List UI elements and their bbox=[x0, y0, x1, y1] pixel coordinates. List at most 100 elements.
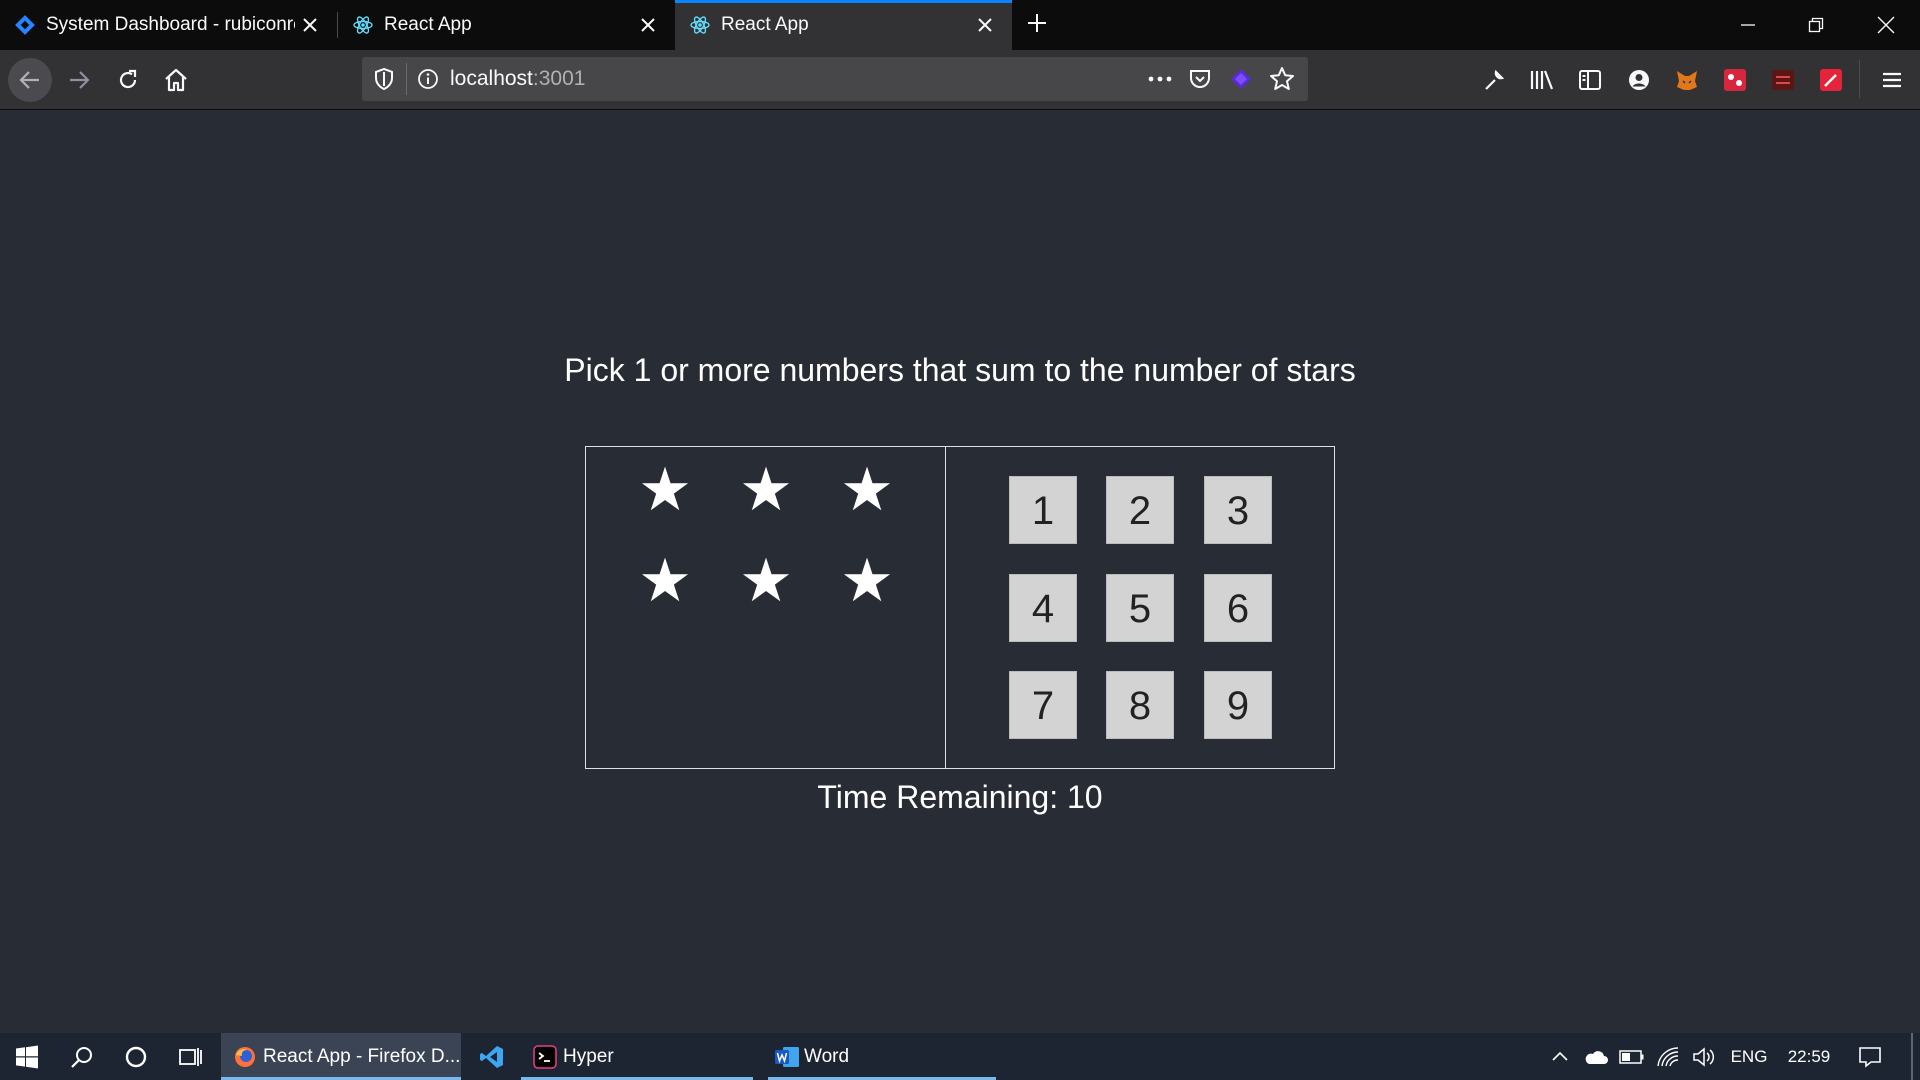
menu-button[interactable] bbox=[1870, 58, 1914, 102]
new-tab-button[interactable] bbox=[1010, 0, 1064, 50]
reload-button[interactable] bbox=[106, 58, 150, 102]
taskbar-app-label: Hyper bbox=[563, 1045, 614, 1067]
extension-purple-icon[interactable] bbox=[1229, 67, 1253, 96]
taskbar-app-hyper[interactable]: Hyper bbox=[521, 1033, 753, 1080]
info-icon[interactable] bbox=[416, 67, 440, 96]
windows-logo-icon bbox=[16, 1045, 38, 1068]
number-button-7[interactable]: 7 bbox=[1009, 671, 1077, 739]
url-port: :3001 bbox=[532, 67, 586, 90]
minimize-button[interactable] bbox=[1714, 0, 1782, 50]
account-icon bbox=[1629, 70, 1649, 90]
browser-tab-strip: System Dashboard - rubiconred React App … bbox=[0, 0, 1920, 50]
metamask-extension-button[interactable] bbox=[1665, 58, 1709, 102]
shield-icon[interactable] bbox=[372, 67, 396, 96]
close-icon[interactable] bbox=[633, 10, 663, 40]
notifications-button[interactable] bbox=[1852, 1033, 1888, 1080]
number-button-5[interactable]: 5 bbox=[1106, 574, 1174, 642]
language-indicator[interactable]: ENG bbox=[1726, 1033, 1772, 1080]
home-button[interactable] bbox=[154, 58, 198, 102]
taskbar-app-vscode[interactable] bbox=[468, 1033, 516, 1080]
back-button[interactable] bbox=[8, 58, 52, 102]
pocket-icon[interactable] bbox=[1188, 67, 1212, 96]
clock[interactable]: 22:59 bbox=[1778, 1033, 1840, 1080]
cors-extension-button[interactable] bbox=[1761, 58, 1805, 102]
number-button-6[interactable]: 6 bbox=[1204, 574, 1272, 642]
onedrive-button[interactable] bbox=[1580, 1033, 1612, 1080]
star-icon: ★ bbox=[840, 456, 894, 523]
action-center-icon bbox=[1859, 1046, 1881, 1068]
url-separator bbox=[406, 63, 407, 95]
tab-react-app[interactable]: React App bbox=[338, 0, 675, 50]
star-icon: ★ bbox=[638, 547, 692, 614]
show-hidden-icons-button[interactable] bbox=[1545, 1033, 1575, 1080]
tab-system-dashboard[interactable]: System Dashboard - rubiconred bbox=[0, 0, 337, 50]
bookmark-star-icon[interactable] bbox=[1269, 66, 1295, 97]
restore-button[interactable] bbox=[1782, 0, 1850, 50]
more-actions-icon[interactable] bbox=[1146, 67, 1174, 96]
battery-button[interactable] bbox=[1616, 1033, 1648, 1080]
windows-taskbar: React App - Firefox D... Hyper Word ENG … bbox=[0, 1033, 1920, 1080]
minimize-icon bbox=[1741, 24, 1755, 26]
hyper-icon bbox=[533, 1044, 557, 1069]
red-extension-button[interactable] bbox=[1713, 58, 1757, 102]
close-window-button[interactable] bbox=[1852, 0, 1920, 50]
home-icon bbox=[165, 68, 187, 92]
number-button-2[interactable]: 2 bbox=[1106, 476, 1174, 544]
hamburger-menu-icon bbox=[1883, 72, 1901, 88]
number-button-9[interactable]: 9 bbox=[1204, 671, 1272, 739]
plus-icon bbox=[1026, 12, 1048, 39]
speaker-icon bbox=[1693, 1046, 1715, 1067]
star-icon: ★ bbox=[739, 456, 793, 523]
url-text[interactable]: localhost:3001 bbox=[450, 57, 585, 101]
task-view-icon bbox=[179, 1047, 202, 1066]
devtools-wrench-button[interactable] bbox=[1472, 58, 1516, 102]
firefox-icon bbox=[233, 1045, 257, 1069]
close-icon[interactable] bbox=[295, 10, 325, 40]
taskbar-app-word[interactable]: Word bbox=[768, 1033, 996, 1080]
taskbar-app-firefox[interactable]: React App - Firefox D... bbox=[221, 1033, 461, 1080]
red-pen-extension-button[interactable] bbox=[1809, 58, 1853, 102]
url-bar[interactable]: localhost:3001 bbox=[362, 57, 1308, 101]
arrow-right-icon bbox=[70, 71, 90, 89]
number-button-8[interactable]: 8 bbox=[1106, 671, 1174, 739]
arrow-left-icon bbox=[19, 71, 39, 89]
number-button-1[interactable]: 1 bbox=[1009, 476, 1077, 544]
close-icon[interactable] bbox=[970, 10, 1000, 40]
timer: Time Remaining: 10 bbox=[560, 777, 1360, 817]
restore-icon bbox=[1808, 17, 1824, 33]
library-button[interactable] bbox=[1520, 58, 1564, 102]
number-button-4[interactable]: 4 bbox=[1009, 574, 1077, 642]
volume-button[interactable] bbox=[1688, 1033, 1722, 1080]
react-icon bbox=[352, 14, 374, 36]
timer-value: 10 bbox=[1066, 779, 1103, 815]
navigation-toolbar: localhost:3001 bbox=[0, 50, 1920, 110]
cortana-circle-icon bbox=[125, 1046, 147, 1067]
tab-title: React App bbox=[721, 14, 809, 35]
network-button[interactable] bbox=[1652, 1033, 1686, 1080]
search-button[interactable] bbox=[56, 1033, 108, 1080]
account-button[interactable] bbox=[1617, 58, 1661, 102]
number-button-3[interactable]: 3 bbox=[1204, 476, 1272, 544]
pen-icon bbox=[1820, 69, 1842, 91]
tab-react-app-active[interactable]: React App bbox=[675, 0, 1012, 50]
sidebar-button[interactable] bbox=[1568, 58, 1612, 102]
show-desktop-button[interactable] bbox=[1911, 1033, 1913, 1080]
taskbar-app-label: React App - Firefox D... bbox=[263, 1045, 461, 1067]
tab-title: System Dashboard - rubiconred bbox=[46, 14, 295, 35]
toolbar-separator bbox=[1859, 60, 1860, 98]
chevron-up-icon bbox=[1552, 1051, 1568, 1061]
task-view-button[interactable] bbox=[164, 1033, 216, 1080]
star-icon: ★ bbox=[840, 547, 894, 614]
close-icon bbox=[1877, 16, 1895, 34]
fox-icon bbox=[1677, 71, 1697, 90]
word-icon bbox=[774, 1045, 800, 1069]
cortana-button[interactable] bbox=[110, 1033, 162, 1080]
game-body: ★ ★ ★ ★ ★ ★ 1 2 3 4 5 6 7 8 9 bbox=[585, 446, 1335, 769]
timer-label: Time Remaining: bbox=[817, 779, 1067, 815]
stars-panel: ★ ★ ★ ★ ★ ★ bbox=[586, 447, 946, 768]
start-button[interactable] bbox=[0, 1033, 54, 1080]
battery-icon bbox=[1619, 1049, 1644, 1064]
diamond-icon bbox=[14, 14, 36, 36]
reload-icon bbox=[119, 69, 137, 89]
forward-button[interactable] bbox=[57, 58, 101, 102]
